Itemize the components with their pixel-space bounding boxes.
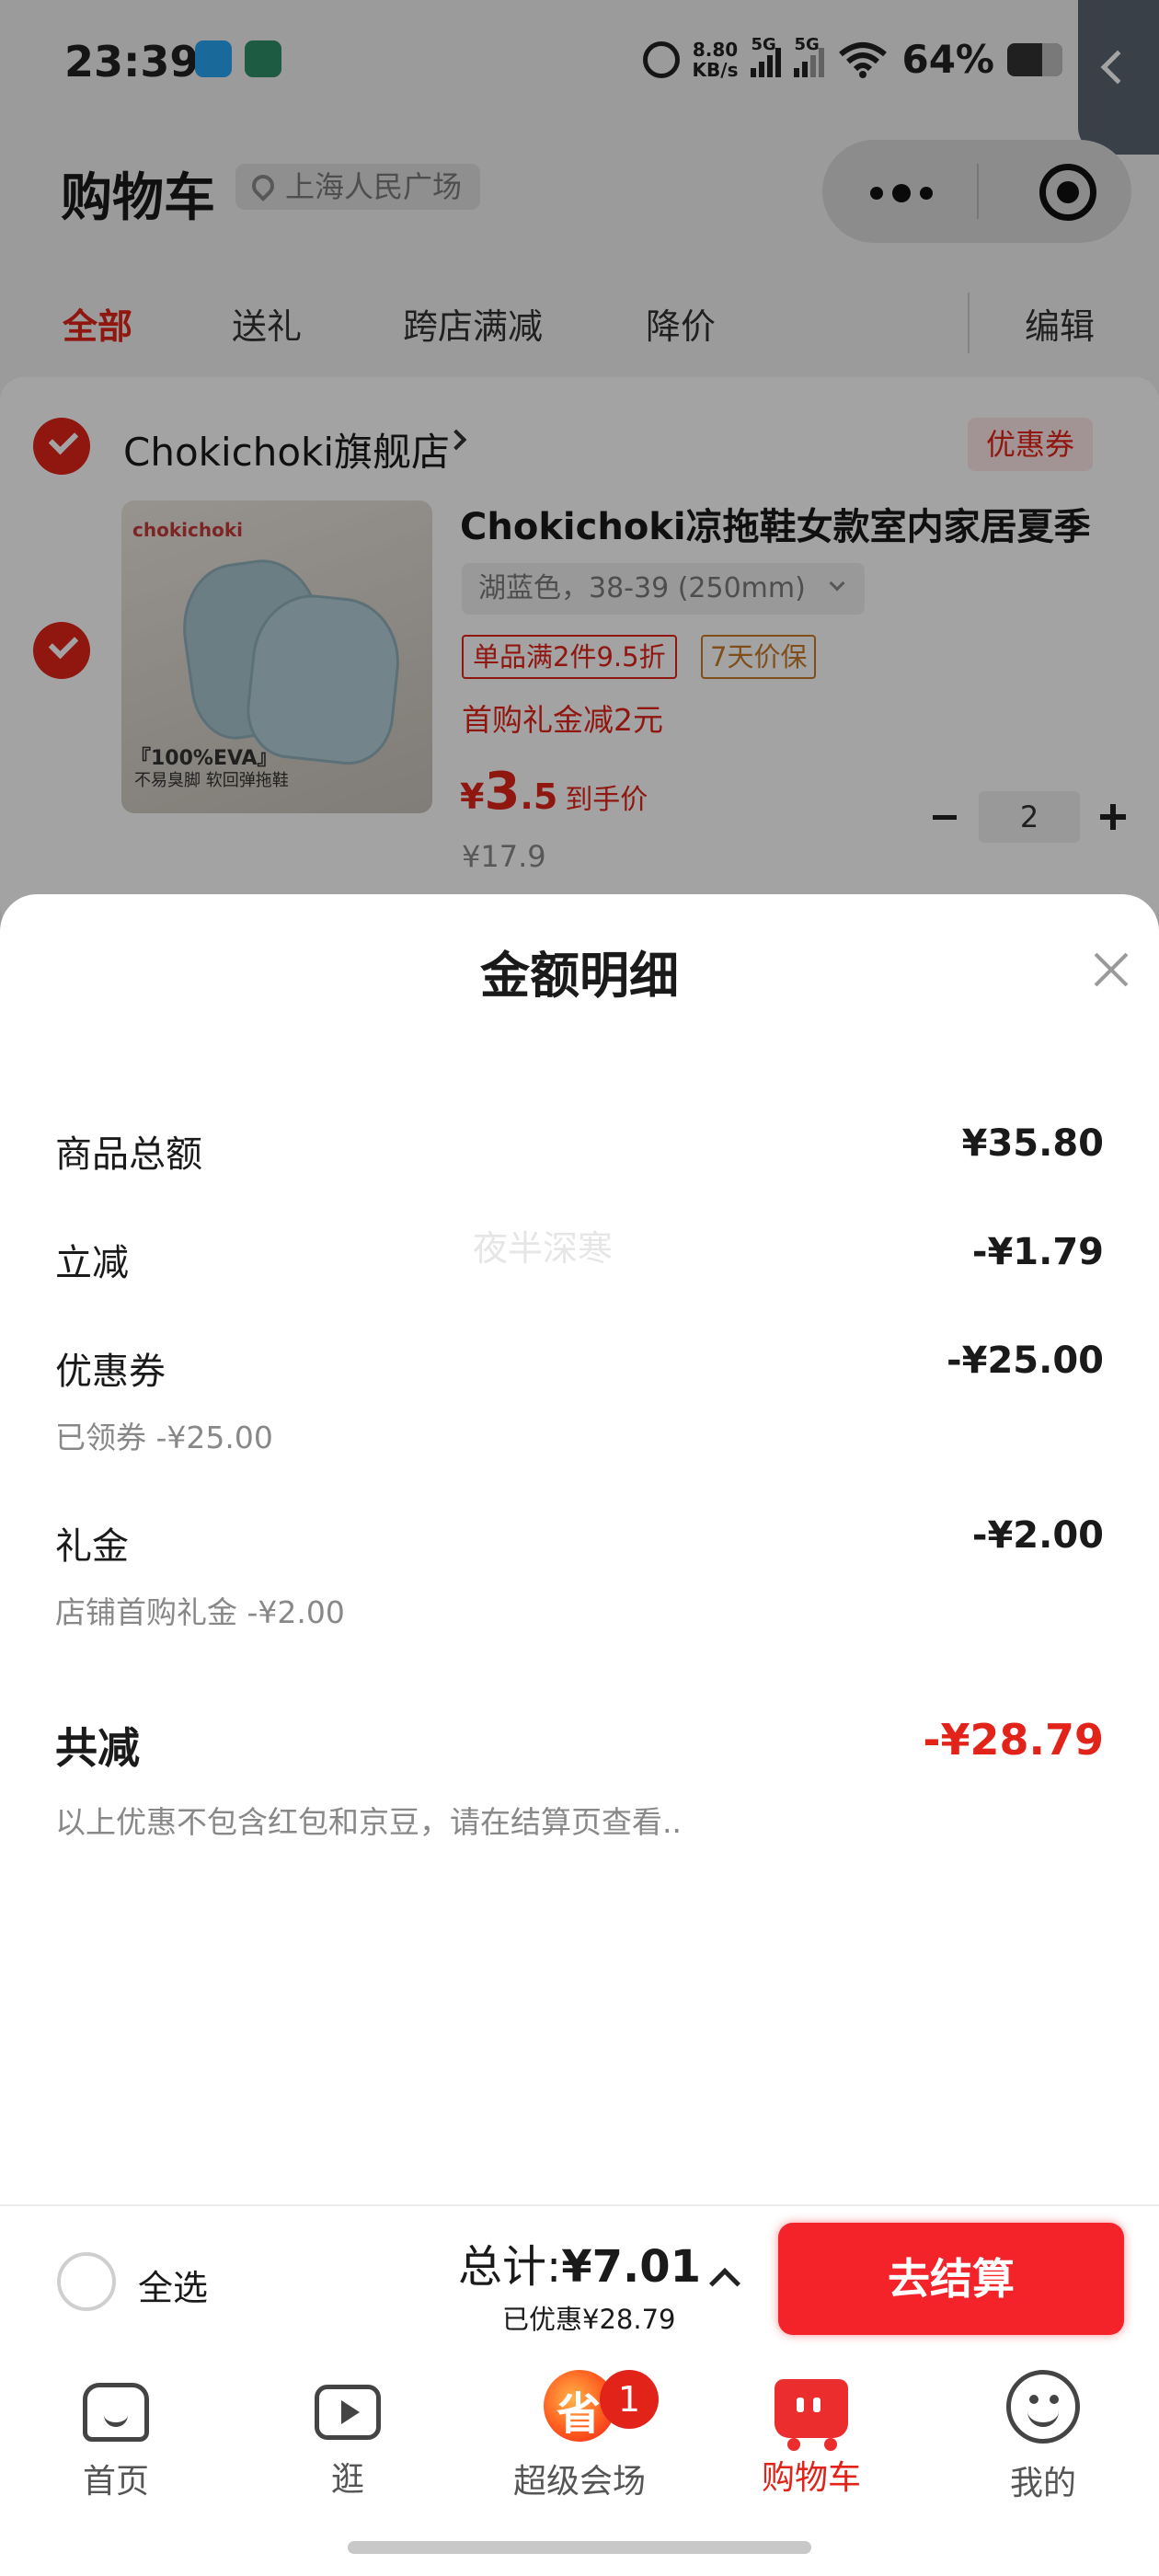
row-label-goods-total: 商品总额 [55,1133,202,1176]
nav-item-profile[interactable]: 我的 [927,2370,1159,2504]
checkout-total: 总计:¥7.01 [458,2230,701,2294]
total-discount-label: 共减 [55,1723,140,1773]
row-value-instant-discount: -¥1.79 [971,1231,1104,1273]
home-icon [83,2383,149,2442]
checkout-button[interactable]: 去结算 [778,2223,1124,2335]
nav-item-super-venue[interactable]: 超级会场 [464,2370,695,2502]
watermark-text: 夜半深寒 [473,1228,614,1269]
discount-note: 以上优惠不包含红包和京豆，请在结算页查看.. [55,1804,682,1840]
row-sub-coupon: 已领券 -¥25.00 [55,1420,273,1455]
row-value-gift-cash: -¥2.00 [971,1514,1104,1557]
close-icon[interactable] [1093,951,1130,988]
select-all-label[interactable]: 全选 [138,2260,208,2310]
nav-item-home[interactable]: 首页 [0,2370,232,2502]
profile-icon [1006,2370,1080,2444]
sheet-title: 金额明细 [480,947,679,1005]
nav-label-profile: 我的 [1009,2465,1076,2502]
saved-amount: 已优惠¥28.79 [502,2304,676,2335]
select-all-checkbox[interactable] [57,2252,116,2311]
row-label-gift-cash: 礼金 [55,1525,129,1568]
nav-label-super-venue: 超级会场 [512,2463,646,2501]
checkout-total-amount: ¥7.01 [561,2241,702,2293]
total-discount-value: -¥28.79 [923,1715,1104,1765]
notification-badge: 1 [600,2370,659,2429]
nav-item-browse[interactable]: 逛 [232,2370,464,2501]
row-label-instant-discount: 立减 [55,1242,129,1284]
nav-label-browse: 逛 [330,2461,364,2499]
nav-item-cart[interactable]: 购物车 [695,2370,927,2499]
home-indicator[interactable] [348,2541,811,2554]
cart-icon [775,2379,848,2451]
row-label-coupon: 优惠券 [55,1351,166,1393]
row-value-coupon: -¥25.00 [947,1340,1104,1382]
video-icon [315,2385,381,2440]
checkout-total-label: 总计: [458,2241,562,2293]
nav-label-cart: 购物车 [761,2459,861,2497]
row-sub-gift-cash: 店铺首购礼金 -¥2.00 [55,1594,345,1630]
row-value-goods-total: ¥35.80 [961,1122,1104,1165]
nav-label-home: 首页 [82,2463,149,2501]
